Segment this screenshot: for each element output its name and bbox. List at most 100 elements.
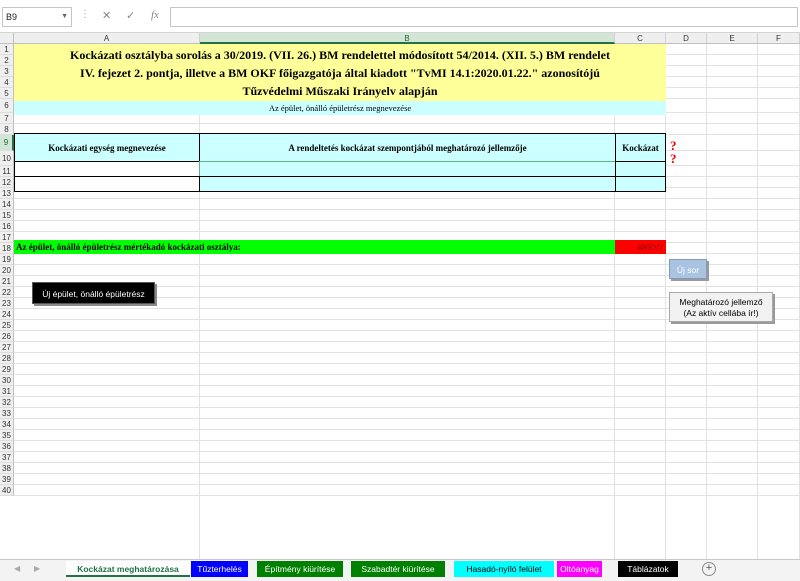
- row-header-28[interactable]: 28: [0, 353, 14, 364]
- header-risk-unit-name[interactable]: Kockázati egység megnevezése: [14, 133, 200, 162]
- row-header-18[interactable]: 18: [0, 243, 14, 254]
- row-header-34[interactable]: 34: [0, 419, 14, 430]
- row-header-12[interactable]: 12: [0, 177, 14, 188]
- row-header-6[interactable]: 6: [0, 99, 14, 113]
- row-header-24[interactable]: 24: [0, 309, 14, 320]
- gridline-vertical: [614, 44, 615, 559]
- row-header-32[interactable]: 32: [0, 397, 14, 408]
- row-header-20[interactable]: 20: [0, 265, 14, 276]
- new-building-button[interactable]: Új épület, önálló épületrész: [32, 282, 155, 304]
- cell-b9-selected[interactable]: [199, 161, 616, 177]
- cancel-icon[interactable]: ✕: [102, 9, 111, 22]
- gridline-horizontal: [14, 462, 800, 463]
- row-header-1[interactable]: 1: [0, 44, 14, 55]
- cell-a9[interactable]: [14, 161, 200, 177]
- title-line-2: IV. fejezet 2. pontja, illetve a BM OKF …: [80, 66, 600, 80]
- row-header-31[interactable]: 31: [0, 386, 14, 397]
- name-box[interactable]: B9 ▼: [2, 7, 72, 27]
- gridline-horizontal: [14, 495, 800, 496]
- gridline-horizontal: [14, 484, 800, 485]
- gridline-vertical: [665, 44, 666, 559]
- cell-a10[interactable]: [14, 176, 200, 192]
- row-header-40[interactable]: 40: [0, 485, 14, 496]
- row-header-27[interactable]: 27: [0, 342, 14, 353]
- sheet-tab-2[interactable]: Tűzterhelés: [191, 561, 248, 577]
- row-header-33[interactable]: 33: [0, 408, 14, 419]
- gridline-horizontal: [14, 341, 800, 342]
- gridline-horizontal: [14, 330, 800, 331]
- gridline-horizontal: [14, 123, 800, 124]
- row-header-35[interactable]: 35: [0, 430, 14, 441]
- sheet-tab-4[interactable]: Szabadtér kiürítése: [351, 561, 445, 577]
- row-header-14[interactable]: 14: [0, 199, 14, 210]
- row-header-9[interactable]: 9: [0, 135, 14, 151]
- cell-c10[interactable]: [615, 176, 666, 192]
- header-risk[interactable]: Kockázat: [615, 133, 666, 162]
- add-sheet-icon[interactable]: +: [702, 562, 716, 576]
- enter-icon[interactable]: ✓: [126, 9, 135, 22]
- row-header-22[interactable]: 22: [0, 287, 14, 298]
- row-header-37[interactable]: 37: [0, 452, 14, 463]
- row-header-10[interactable]: 10: [0, 151, 14, 166]
- sheet-tab-6[interactable]: Oltóanyag: [557, 561, 602, 577]
- row-header-3[interactable]: 3: [0, 66, 14, 77]
- row-header-26[interactable]: 26: [0, 331, 14, 342]
- defining-feature-button-line2: (Az aktív cellába ír!): [683, 308, 759, 318]
- sheet-tab-5[interactable]: Hasadó-nyíló felület: [454, 561, 554, 577]
- sheet-tab-7[interactable]: Táblázatok: [618, 561, 678, 577]
- cell-c9[interactable]: [615, 161, 666, 177]
- title-block[interactable]: Kockázati osztályba sorolás a 30/2019. (…: [14, 44, 666, 101]
- row-header-23[interactable]: 23: [0, 298, 14, 309]
- row-header-4[interactable]: 4: [0, 77, 14, 88]
- scroll-left-icon[interactable]: ◀: [14, 564, 20, 573]
- row-header-13[interactable]: 13: [0, 188, 14, 199]
- risk-class-label: Az épület, önálló épületrész mértékadó k…: [14, 240, 615, 254]
- gridline-horizontal: [14, 451, 800, 452]
- row-header-21[interactable]: 21: [0, 276, 14, 287]
- gridline-horizontal: [14, 407, 800, 408]
- row-header-29[interactable]: 29: [0, 364, 14, 375]
- building-name-cell[interactable]: Az épület, önálló épületrész megnevezése: [14, 101, 666, 115]
- row-header-8[interactable]: 8: [0, 124, 14, 135]
- defining-feature-button[interactable]: Meghatározó jellemző (Az aktív cellába í…: [669, 292, 773, 322]
- row-header-36[interactable]: 36: [0, 441, 14, 452]
- formula-input[interactable]: [170, 7, 798, 27]
- row-header-7[interactable]: 7: [0, 113, 14, 124]
- column-header-f[interactable]: F: [758, 33, 800, 44]
- gridline-horizontal: [14, 352, 800, 353]
- row-header-11[interactable]: 11: [0, 166, 14, 177]
- title-line-1: Kockázati osztályba sorolás a 30/2019. (…: [70, 48, 610, 62]
- column-header-b[interactable]: B: [200, 33, 615, 44]
- cell-b10[interactable]: [199, 176, 616, 192]
- column-header-a[interactable]: A: [14, 33, 200, 44]
- row-header-17[interactable]: 17: [0, 232, 14, 243]
- gridline-horizontal: [14, 396, 800, 397]
- row-header-39[interactable]: 39: [0, 474, 14, 485]
- risk-class-value[interactable]: #NÉV?: [615, 240, 666, 254]
- row-header-16[interactable]: 16: [0, 221, 14, 232]
- row-header-25[interactable]: 25: [0, 320, 14, 331]
- gridline-horizontal: [14, 440, 800, 441]
- sheet-tab-1[interactable]: Kockázat meghatározása: [66, 561, 190, 577]
- row-header-5[interactable]: 5: [0, 88, 14, 99]
- select-all-corner[interactable]: [0, 33, 14, 44]
- help-question-mark-2[interactable]: ?: [670, 152, 677, 165]
- scroll-right-icon[interactable]: ▶: [34, 564, 40, 573]
- row-header-38[interactable]: 38: [0, 463, 14, 474]
- formula-bar: B9 ▼ ⋮ ✕ ✓ fx: [0, 0, 800, 33]
- column-header-c[interactable]: C: [615, 33, 666, 44]
- header-defining-feature[interactable]: A rendeltetés kockázat szempontjából meg…: [199, 133, 616, 162]
- row-header-2[interactable]: 2: [0, 55, 14, 66]
- row-header-30[interactable]: 30: [0, 375, 14, 386]
- chevron-down-icon[interactable]: ▼: [61, 8, 68, 26]
- insert-function-icon[interactable]: fx: [151, 9, 159, 21]
- worksheet-grid: ABCDEF 1 2 3 4 5 6 7 8 9 10 11 12 13 14 15 16 17 18 19 20 21…: [0, 33, 800, 559]
- column-header-d[interactable]: D: [666, 33, 707, 44]
- row-header-15[interactable]: 15: [0, 210, 14, 221]
- new-row-button[interactable]: Új sor: [669, 259, 707, 279]
- column-header-e[interactable]: E: [707, 33, 758, 44]
- title-line-3: Tűzvédelmi Műszaki Irányelv alapján: [242, 84, 438, 98]
- row-header-19[interactable]: 19: [0, 254, 14, 265]
- gridline-horizontal: [14, 198, 800, 199]
- sheet-tab-3[interactable]: Építmény kiürítése: [257, 561, 343, 577]
